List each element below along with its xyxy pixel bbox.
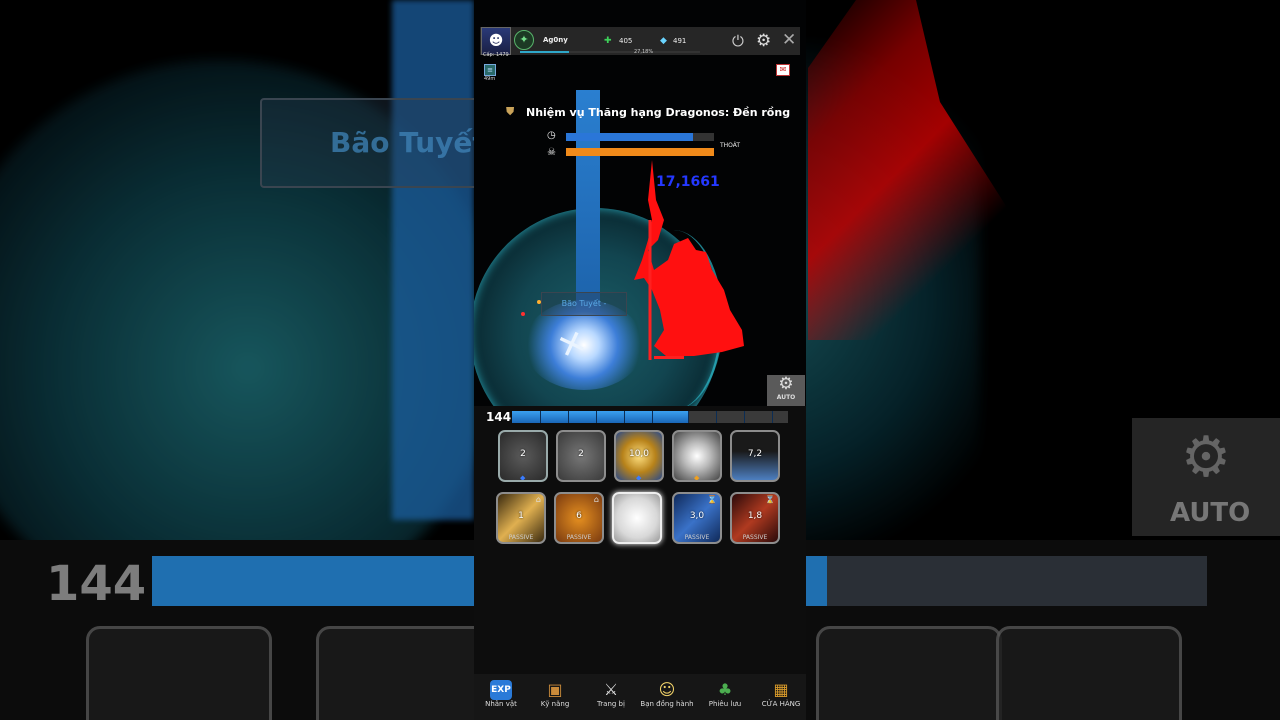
lock-icon: ⌂ xyxy=(535,495,541,504)
power-icon[interactable]: ⏻ xyxy=(732,32,744,50)
mana-level-number: 144 xyxy=(486,410,512,424)
bg-skill-slot xyxy=(816,626,1002,720)
skill-slot-4[interactable]: ◆ xyxy=(672,430,722,482)
diamond-count: 491 xyxy=(673,37,687,45)
nav-label: Trang bị xyxy=(597,700,625,708)
hourglass-icon: ⌛ xyxy=(765,495,775,504)
quest-time-fill xyxy=(566,133,694,141)
nav-label: Phiêu lưu xyxy=(708,700,742,708)
gem-count: 405 xyxy=(619,37,633,45)
clock-icon: ◷ xyxy=(547,130,556,141)
guild-emblem-icon[interactable]: ✦ xyxy=(514,30,534,50)
exp-bar xyxy=(520,51,700,53)
bg-level-number: 144 xyxy=(46,556,147,612)
nav-companion[interactable]: ☺ Bạn đồng hành xyxy=(640,674,694,720)
skill-cooldown: 10,0 xyxy=(628,449,650,459)
mail-icon[interactable]: ✉ xyxy=(776,64,790,76)
passive-label: PASSIVE xyxy=(742,534,768,541)
player-level: Cấp: 1479 xyxy=(483,52,509,58)
top-bar: ☻ ✦ Ag0ny ✚ 405 ◆ 491 27,18% ⏻ ⚙ ✕ xyxy=(480,27,800,55)
auto-gear-icon: ⚙ xyxy=(778,374,794,394)
exp-bar-fill xyxy=(520,51,569,53)
skill-book-icon: ▣ xyxy=(547,680,563,699)
game-screen: ✕ Bão Tuyết - 17,1661 ☻ ✦ Ag0ny ✚ 405 ◆ … xyxy=(474,0,806,720)
auto-label: AUTO xyxy=(776,394,796,401)
passive-label: PASSIVE xyxy=(566,534,592,541)
bg-boss-silhouette xyxy=(808,0,1048,340)
lock-icon: ⌂ xyxy=(593,495,599,504)
skill-cooldown: 1,8 xyxy=(747,511,763,521)
skill-slot-active[interactable] xyxy=(612,492,662,544)
hourglass-icon: ⌛ xyxy=(707,495,717,504)
green-gem-icon: ✚ xyxy=(604,36,612,46)
mana-bar xyxy=(512,411,788,423)
nav-equipment[interactable]: ⚔ Trang bị xyxy=(584,674,638,720)
bg-skill-slot xyxy=(996,626,1182,720)
nav-label: Nhân vật xyxy=(485,700,517,708)
skill-gem-icon: ◆ xyxy=(694,474,700,482)
bg-skill-slot xyxy=(86,626,272,720)
damage-number: 17,1661 xyxy=(656,174,720,190)
close-icon[interactable]: ✕ xyxy=(782,30,796,50)
boss-hp-fill xyxy=(566,148,714,156)
exp-icon: EXP xyxy=(490,680,512,700)
skill-cooldown: 6 xyxy=(576,511,582,521)
boss-hp-bar xyxy=(566,148,714,156)
skill-gem-icon: ◆ xyxy=(520,474,526,482)
bg-auto-label: AUTO xyxy=(1170,498,1251,528)
quest-title: Nhiệm vụ Thăng hạng Dragonos: Đền rồng xyxy=(526,106,791,119)
exit-button[interactable]: THOÁT xyxy=(720,142,740,149)
bg-gear-icon: ⚙ xyxy=(1180,425,1232,490)
passive-label: PASSIVE xyxy=(684,534,710,541)
tree-icon: ♣ xyxy=(717,680,733,699)
passive-slot-5[interactable]: ⌛ 1,8 PASSIVE xyxy=(730,492,780,544)
player-avatar[interactable]: ☻ xyxy=(481,27,511,55)
passive-slot-2[interactable]: ⌂ 6 PASSIVE xyxy=(554,492,604,544)
settings-gear-icon[interactable]: ⚙ xyxy=(756,31,771,51)
crossed-swords-icon: ⚔ xyxy=(603,680,619,699)
skill-slot-3[interactable]: 10,0 ◆ xyxy=(614,430,664,482)
nav-adventure[interactable]: ♣ Phiêu lưu xyxy=(698,674,752,720)
battle-area[interactable]: ✕ Bão Tuyết - 17,1661 ☻ ✦ Ag0ny ✚ 405 ◆ … xyxy=(474,0,806,406)
skill-cooldown: 2 xyxy=(520,449,526,459)
skill-cooldown: 3,0 xyxy=(689,511,705,521)
skill-slot-2[interactable]: 2 xyxy=(556,430,606,482)
skill-cooldown: 2 xyxy=(578,449,584,459)
shop-chest-icon: ▦ xyxy=(773,680,789,699)
nav-skills[interactable]: ▣ Kỹ năng xyxy=(528,674,582,720)
passive-label: PASSIVE xyxy=(508,534,534,541)
nav-label: Kỹ năng xyxy=(540,700,570,708)
bottom-nav: EXP Nhân vật ▣ Kỹ năng ⚔ Trang bị ☺ Bạn … xyxy=(474,674,806,720)
skill-slot-5[interactable]: 7,2 xyxy=(730,430,780,482)
skill-gem-icon: ◆ xyxy=(636,474,642,482)
boss-dragon-silhouette xyxy=(634,160,744,360)
skill-panel: 144 2 ◆ 2 10,0 ◆ ◆ 7,2 ⌂ 1 PASSIVE ⌂ 6 P… xyxy=(474,406,806,686)
auto-button[interactable]: ⚙ AUTO xyxy=(767,375,805,406)
buff-timer: 49m xyxy=(484,76,496,82)
player-name: Ag0ny xyxy=(543,36,568,44)
skill-name-label: Bão Tuyết - xyxy=(541,292,627,316)
bg-pillar xyxy=(392,0,474,520)
skull-icon: ☠ xyxy=(547,147,556,158)
passive-slot-1[interactable]: ⌂ 1 PASSIVE xyxy=(496,492,546,544)
nav-shop[interactable]: ▦ CỬA HÀNG xyxy=(754,674,806,720)
mana-bar-fill xyxy=(512,411,689,423)
quest-shield-icon: ⛊ xyxy=(506,105,515,118)
nav-label: Bạn đồng hành xyxy=(640,700,694,708)
skill-cooldown: 7,2 xyxy=(747,449,763,459)
particle xyxy=(537,300,541,304)
quest-time-bar xyxy=(566,133,714,141)
skill-cooldown: 1 xyxy=(518,511,524,521)
skill-slot-1[interactable]: 2 ◆ xyxy=(498,430,548,482)
buff-scroll-icon[interactable]: ≡ xyxy=(484,64,496,76)
nav-character[interactable]: EXP Nhân vật xyxy=(474,674,528,720)
nav-label: CỬA HÀNG xyxy=(761,700,801,708)
companion-icon: ☺ xyxy=(658,680,676,699)
diamond-icon: ◆ xyxy=(660,36,667,46)
exp-percent: 27,18% xyxy=(634,49,654,55)
passive-slot-4[interactable]: ⌛ 3,0 PASSIVE xyxy=(672,492,722,544)
particle xyxy=(521,312,525,316)
